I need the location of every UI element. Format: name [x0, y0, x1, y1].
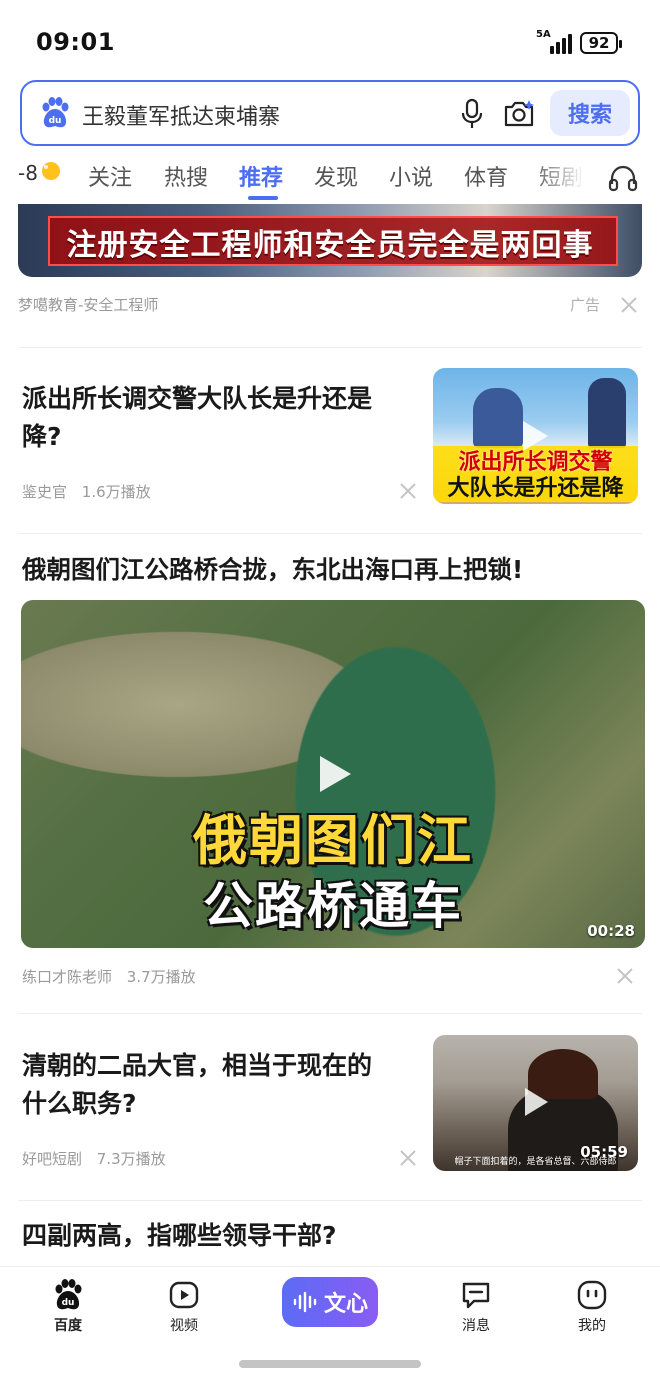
- wenxin-wave-icon: [293, 1291, 317, 1313]
- feed-item-title[interactable]: 清朝的二品大官，相当于现在的 什么职务?: [22, 1047, 372, 1123]
- nav-video[interactable]: 视频: [144, 1279, 224, 1335]
- play-icon: [525, 1088, 548, 1116]
- profile-face-icon: [577, 1280, 607, 1310]
- tab-sports[interactable]: 体育: [464, 160, 508, 192]
- battery-icon: 92: [580, 32, 622, 54]
- active-tab-indicator: [248, 196, 278, 200]
- video-play-icon: [169, 1281, 199, 1309]
- tab-discover[interactable]: 发现: [314, 160, 358, 192]
- weather-temperature[interactable]: -8: [18, 161, 38, 185]
- nav-messages-label: 消息: [462, 1318, 490, 1334]
- headphone-icon[interactable]: [608, 164, 638, 192]
- feed-item-plays: 7.3万播放: [96, 1150, 166, 1168]
- search-input[interactable]: 王毅董军抵达柬埔寨: [82, 99, 280, 131]
- feed-divider: [18, 1013, 642, 1014]
- tab-follow[interactable]: 关注: [88, 160, 132, 192]
- close-icon[interactable]: [620, 296, 638, 314]
- wenxin-button[interactable]: 文心: [282, 1277, 378, 1327]
- feed-item-title[interactable]: 俄朝图们江公路桥合拢，东北出海口再上把锁!: [22, 551, 523, 589]
- baidu-paw-icon: du: [55, 1279, 82, 1310]
- weather-sun-icon[interactable]: [38, 160, 62, 182]
- feed-item-title[interactable]: 派出所长调交警大队长是升还是 降?: [22, 380, 372, 456]
- status-bar: 09:01 5A 92: [0, 0, 660, 80]
- camera-search-icon[interactable]: [502, 98, 536, 130]
- ad-banner-caption: 注册安全工程师和安全员完全是两回事: [66, 228, 594, 263]
- feed-item-plays: 1.6万播放: [81, 483, 151, 501]
- feed-item-author[interactable]: 练口才陈老师: [22, 968, 112, 986]
- nav-messages[interactable]: 消息: [436, 1279, 516, 1335]
- close-icon[interactable]: [399, 482, 417, 500]
- nav-home[interactable]: du 百度: [28, 1279, 108, 1335]
- feed-item-author[interactable]: 鉴史官: [22, 483, 67, 501]
- message-bubble-icon: [462, 1282, 490, 1309]
- feed-item-author[interactable]: 好吧短剧: [22, 1150, 82, 1168]
- close-icon[interactable]: [616, 967, 634, 985]
- tab-fade-overlay: [530, 152, 600, 204]
- play-icon: [523, 421, 548, 451]
- baidu-paw-icon: du: [42, 97, 69, 128]
- feed-item-meta: 鉴史官 1.6万播放: [22, 481, 161, 502]
- search-box[interactable]: du 王毅董军抵达柬埔寨 搜索: [20, 80, 640, 146]
- thumbnail-caption: 公路桥通车: [203, 877, 463, 935]
- nav-video-label: 视频: [170, 1318, 198, 1334]
- network-type: 5A: [536, 29, 551, 40]
- feed-divider: [18, 347, 642, 348]
- channel-tabs: -8 关注 热搜 推荐 发现 小说 体育 短剧: [0, 152, 660, 204]
- microphone-icon[interactable]: [460, 98, 484, 130]
- svg-text:du: du: [49, 116, 62, 126]
- search-button[interactable]: 搜索: [550, 90, 630, 136]
- ad-source[interactable]: 梦噶教育-安全工程师: [18, 294, 158, 315]
- video-duration: 00:28: [587, 922, 635, 940]
- thumbnail-caption: 俄朝图们江: [193, 809, 473, 872]
- feed-divider: [18, 1200, 642, 1201]
- ad-label: 广告: [570, 296, 601, 314]
- home-indicator[interactable]: [239, 1360, 421, 1368]
- wenxin-label: 文心: [323, 1292, 368, 1317]
- thumbnail-caption: 大队长是升还是降: [447, 476, 624, 501]
- battery-level: 92: [588, 34, 610, 52]
- feed-item-title[interactable]: 四副两高，指哪些领导干部?: [22, 1217, 337, 1255]
- nav-profile[interactable]: 我的: [552, 1279, 632, 1335]
- play-icon: [320, 756, 351, 792]
- video-thumbnail[interactable]: 05:59 帽子下面扣着的，是各省总督、六部侍郎: [433, 1035, 638, 1171]
- nav-home-label: 百度: [54, 1318, 82, 1334]
- ad-banner-image[interactable]: 注册安全工程师和安全员完全是两回事: [18, 204, 642, 277]
- tab-hot-search[interactable]: 热搜: [164, 160, 208, 192]
- tab-recommend[interactable]: 推荐: [239, 160, 283, 192]
- video-thumbnail[interactable]: 俄朝图们江 公路桥通车 00:28: [21, 600, 645, 948]
- status-time: 09:01: [36, 28, 115, 56]
- svg-text:du: du: [62, 1298, 75, 1308]
- close-icon[interactable]: [399, 1149, 417, 1167]
- nav-profile-label: 我的: [578, 1318, 606, 1334]
- video-thumbnail[interactable]: 派出所长调交警 大队长是升还是降: [433, 368, 638, 504]
- feed-divider: [18, 533, 642, 534]
- feed-item-meta: 练口才陈老师 3.7万播放: [22, 966, 206, 987]
- feed-item-meta: 好吧短剧 7.3万播放: [22, 1148, 176, 1169]
- thumbnail-subtitle: 帽子下面扣着的，是各省总督、六部侍郎: [454, 1157, 617, 1167]
- tab-novel[interactable]: 小说: [389, 160, 433, 192]
- signal-icon: 5A: [536, 29, 576, 54]
- feed-item-plays: 3.7万播放: [126, 968, 196, 986]
